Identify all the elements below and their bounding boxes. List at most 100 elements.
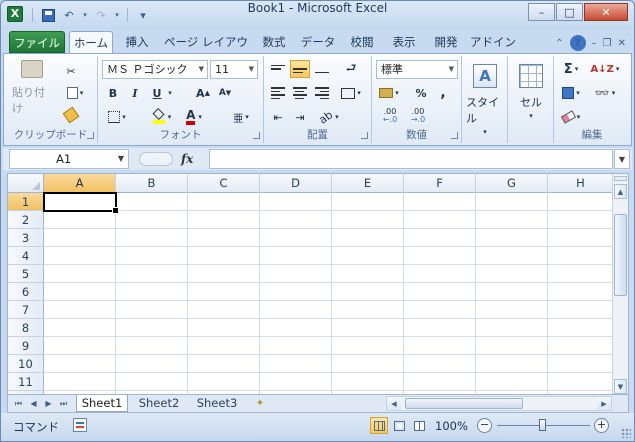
autosum-button[interactable]: Σ ▾ [558,60,584,78]
tab-page-layout[interactable]: ページ レイアウト [161,31,251,71]
tab-view[interactable]: 表示 [385,31,423,53]
fill-color-button[interactable]: ▾ [148,107,176,126]
insert-sheet-icon[interactable]: ✦ [252,397,268,410]
number-launcher-icon[interactable] [451,132,458,139]
align-center-button[interactable] [290,84,310,102]
column-header[interactable]: F [404,174,476,193]
column-header[interactable]: E [332,174,404,193]
split-box[interactable] [614,176,627,181]
decrease-indent-button[interactable]: ⇤ [268,108,288,126]
increase-decimal-button[interactable]: .00 ←.0 [378,106,402,126]
sheet-tab-sheet1[interactable]: Sheet1 [76,395,128,412]
expand-formula-bar-icon[interactable]: ▼ [614,149,630,169]
undo-dropdown-icon[interactable]: ▾ [81,6,89,24]
format-painter-button[interactable] [60,106,82,124]
zoom-in-icon[interactable]: + [594,418,609,433]
active-cell-a1[interactable] [43,192,119,214]
tab-insert[interactable]: 挿入 [117,31,157,53]
sheet-tab-sheet2[interactable]: Sheet2 [132,395,186,412]
row-header[interactable]: 2 [8,211,44,229]
macro-record-icon[interactable] [73,418,87,432]
tab-data[interactable]: データ [297,31,339,53]
first-sheet-icon[interactable]: ⏮ [12,397,25,410]
paste-button[interactable]: 貼り付け [12,60,52,116]
vertical-scroll-thumb[interactable] [614,214,627,296]
font-color-button[interactable]: A ▾ [180,108,208,126]
align-middle-button[interactable] [290,60,310,78]
alignment-launcher-icon[interactable] [361,132,368,139]
prev-sheet-icon[interactable]: ◀ [27,397,40,410]
help-icon[interactable]: ? [569,35,586,51]
last-sheet-icon[interactable]: ⏭ [57,397,70,410]
sheet-tab-sheet3[interactable]: Sheet3 [190,395,244,412]
scroll-left-icon[interactable]: ◀ [387,397,401,410]
row-header[interactable]: 11 [8,373,44,391]
shrink-font-button[interactable]: A ▼ [216,84,234,102]
row-header[interactable]: 5 [8,265,44,283]
vertical-scrollbar[interactable]: ▲ ▼ [612,174,628,394]
column-header[interactable]: D [260,174,332,193]
column-header[interactable]: B [116,174,188,193]
currency-button[interactable]: ▾ [376,84,402,102]
page-layout-view-button[interactable] [390,417,408,434]
scroll-right-icon[interactable]: ▶ [597,397,611,410]
align-left-button[interactable] [268,84,288,102]
font-size-select[interactable]: 11 ▼ [210,60,258,79]
excel-app-icon[interactable]: X [7,6,23,22]
cells-button[interactable]: セル ▾ [512,60,550,140]
column-header[interactable]: G [476,174,548,193]
clipboard-launcher-icon[interactable] [87,132,94,139]
next-sheet-icon[interactable]: ▶ [42,397,55,410]
find-select-button[interactable]: 👓 ▾ [588,84,622,102]
normal-view-button[interactable] [370,417,388,434]
column-header[interactable]: H [548,174,614,193]
bold-button[interactable]: B [104,84,122,102]
underline-button[interactable]: U [148,84,166,102]
tab-file[interactable]: ファイル [9,31,65,53]
orientation-button[interactable]: ⮐ [338,60,364,78]
chevron-down-icon[interactable]: ▼ [118,150,124,168]
page-break-view-button[interactable] [410,417,428,434]
font-launcher-icon[interactable] [253,132,260,139]
resize-grip-icon[interactable] [621,428,631,438]
row-header[interactable]: 8 [8,319,44,337]
column-header[interactable]: A [44,174,116,193]
minimize-ribbon-icon[interactable]: ⌃ [555,38,563,49]
row-header[interactable]: 10 [8,355,44,373]
scroll-up-icon[interactable]: ▲ [614,184,627,199]
row-header[interactable]: 4 [8,247,44,265]
styles-button[interactable]: A スタイル ▾ [466,60,504,140]
row-header[interactable]: 6 [8,283,44,301]
underline-dropdown-icon[interactable]: ▾ [166,84,174,102]
align-right-button[interactable] [312,84,332,102]
italic-button[interactable]: I [126,84,144,102]
increase-indent-button[interactable]: ⇥ [290,108,310,126]
horizontal-scroll-thumb[interactable] [405,398,523,409]
zoom-slider-thumb[interactable] [539,419,546,431]
row-header[interactable]: 3 [8,229,44,247]
tab-developer[interactable]: 開発 [427,31,465,53]
zoom-out-icon[interactable]: − [477,418,492,433]
cut-button[interactable]: ✂ [60,62,82,80]
font-name-select[interactable]: ＭＳ Ｐゴシック ▼ [102,60,208,79]
sort-filter-button[interactable]: A↓Z ▾ [588,60,622,78]
zoom-level[interactable]: 100% [435,419,468,433]
copy-button[interactable]: ▾ [60,84,90,102]
horizontal-scrollbar[interactable]: ◀ ▶ [386,396,612,411]
doc-minimize-icon[interactable]: – [592,38,597,49]
row-header[interactable]: 9 [8,337,44,355]
redo-button[interactable]: ↷ [92,6,110,24]
merge-center-button[interactable]: ▾ [338,84,364,102]
phonetic-button[interactable]: 亜 ▾ [228,106,254,128]
cell-area[interactable] [44,193,614,394]
save-button[interactable] [39,6,57,24]
text-direction-button[interactable]: ab ▾ [316,108,342,127]
select-all-button[interactable] [8,174,44,193]
clear-button[interactable]: ▾ [558,108,584,126]
row-header[interactable]: 7 [8,301,44,319]
minimize-button[interactable]: – [528,3,555,21]
tab-formulas[interactable]: 数式 [255,31,293,53]
tab-home[interactable]: ホーム [69,31,113,53]
tab-addins[interactable]: アドイン [469,31,517,53]
row-header[interactable]: 1 [8,193,44,211]
